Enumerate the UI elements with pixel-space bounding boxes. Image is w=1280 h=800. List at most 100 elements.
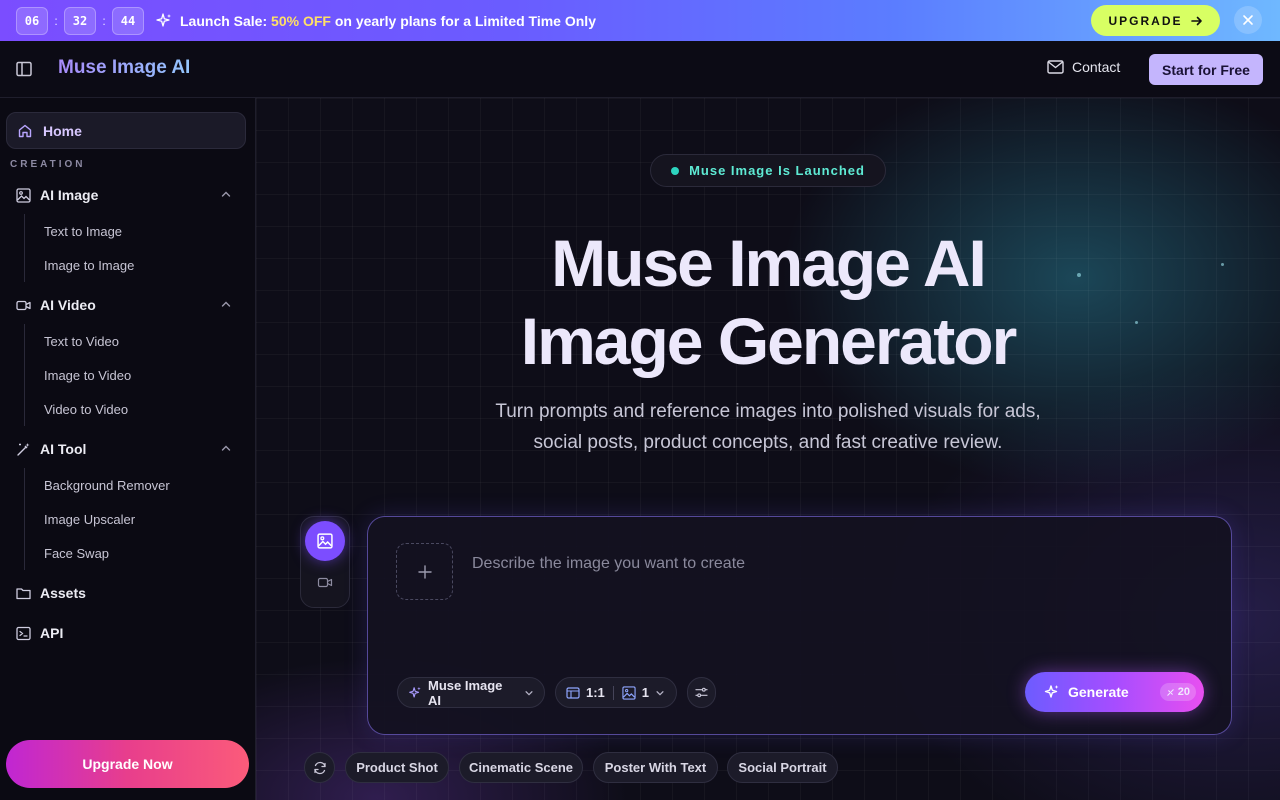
chevron-down-icon — [524, 688, 534, 698]
promo-text-prefix: Launch Sale: — [180, 12, 272, 29]
model-select[interactable]: Muse Image AI — [397, 677, 545, 708]
suggestion-chip[interactable]: Social Portrait — [727, 752, 838, 783]
image-icon — [16, 187, 31, 203]
countdown-separator: : — [102, 13, 106, 28]
sidebar-group-ai-image[interactable]: AI Image — [16, 185, 242, 205]
image-count-icon — [622, 685, 636, 700]
sidebar-group-label: AI Video — [40, 297, 96, 313]
generate-label: Generate — [1068, 684, 1129, 700]
chevron-up-icon[interactable] — [220, 188, 232, 200]
sidebar-item-face-swap[interactable]: Face Swap — [44, 546, 109, 561]
hero-title-line-2: Image Generator — [520, 304, 1018, 378]
chevron-up-icon[interactable] — [220, 298, 232, 310]
aspect-ratio-icon — [566, 686, 580, 700]
sidebar-item-home[interactable]: Home — [6, 112, 246, 149]
image-count-value: 1 — [641, 685, 650, 700]
suggestion-chip[interactable]: Product Shot — [345, 752, 449, 783]
sidebar-group-label: AI Tool — [40, 441, 87, 457]
promo-banner: 06 : 32 : 44 Launch Sale: 50% OFF on yea… — [0, 0, 1280, 41]
advanced-settings-button[interactable] — [687, 677, 716, 708]
promo-upgrade-label: UPGRADE — [1108, 13, 1183, 28]
promo-text: Launch Sale: 50% OFF on yearly plans for… — [180, 13, 596, 29]
chevron-down-icon — [655, 688, 665, 698]
sidebar-rail — [24, 468, 25, 570]
hero-subtitle: Turn prompts and reference images into p… — [495, 401, 1041, 453]
launch-badge: Muse Image Is Launched — [650, 154, 886, 187]
top-header: Muse Image AI Contact Start for Free — [0, 41, 1280, 98]
status-dot — [671, 166, 680, 175]
media-type-switch — [300, 516, 350, 608]
sidebar-toggle-button[interactable] — [14, 59, 34, 79]
sidebar: Home CREATION AI Image Text to Image Ima… — [0, 98, 256, 800]
chip-divider — [612, 685, 614, 700]
aspect-ratio-value: 1:1 — [586, 685, 605, 700]
start-for-free-button[interactable]: Start for Free — [1149, 54, 1263, 85]
sidebar-group-label: AI Image — [40, 187, 99, 203]
sidebar-section-title: CREATION — [10, 159, 86, 170]
plus-icon — [417, 564, 432, 579]
prompt-card: Muse Image AI 1:1 1 — [367, 516, 1232, 735]
sidebar-group-ai-tool[interactable]: AI Tool — [16, 439, 242, 459]
suggestion-chip[interactable]: Poster With Text — [593, 752, 718, 783]
arrow-right-icon — [1190, 15, 1203, 27]
hero-title-line-1: Muse Image AI — [551, 226, 987, 300]
video-icon — [316, 575, 334, 590]
sidebar-item-label: Home — [43, 122, 82, 139]
chevron-up-icon[interactable] — [220, 442, 232, 454]
model-select-value: Muse Image AI — [428, 677, 503, 708]
sidebar-item-assets[interactable]: Assets — [16, 583, 242, 603]
promo-close-button[interactable] — [1234, 6, 1262, 34]
sidebar-item-text-to-video[interactable]: Text to Video — [44, 334, 119, 349]
sidebar-item-text-to-image[interactable]: Text to Image — [44, 224, 122, 239]
sidebar-panel-icon — [14, 59, 34, 79]
terminal-icon — [16, 626, 31, 641]
sidebar-item-image-upscaler[interactable]: Image Upscaler — [44, 512, 135, 527]
video-icon — [16, 298, 31, 313]
sidebar-group-ai-video[interactable]: AI Video — [16, 295, 242, 315]
main-content: Muse Image Is Launched Muse Image AI Ima… — [256, 98, 1280, 800]
contact-link[interactable]: Contact — [1047, 59, 1120, 75]
image-icon — [317, 533, 333, 549]
credit-cost-value: 20 — [1177, 686, 1190, 698]
mail-icon — [1047, 60, 1064, 74]
hero-title: Muse Image AI Image Generator — [256, 224, 1280, 380]
launch-badge-label: Muse Image Is Launched — [689, 163, 865, 178]
reference-image-upload[interactable] — [396, 543, 453, 600]
credit-icon — [1166, 688, 1175, 697]
sidebar-rail — [24, 324, 25, 426]
magic-wand-icon — [16, 442, 31, 457]
sidebar-item-image-to-image[interactable]: Image to Image — [44, 258, 134, 273]
folder-icon — [16, 586, 31, 601]
video-mode-button[interactable] — [316, 575, 334, 590]
credit-cost-badge: 20 — [1159, 683, 1196, 701]
sparkle-icon — [408, 686, 422, 700]
countdown-minutes: 32 — [64, 6, 96, 35]
refresh-icon — [313, 761, 327, 775]
contact-label: Contact — [1072, 59, 1121, 75]
sliders-icon — [695, 686, 708, 699]
sidebar-item-background-remover[interactable]: Background Remover — [44, 478, 170, 493]
countdown-hours: 06 — [16, 6, 48, 35]
promo-discount: 50% OFF — [271, 12, 331, 29]
countdown-separator: : — [54, 13, 58, 28]
sidebar-rail — [24, 214, 25, 282]
sparkle-icon — [156, 12, 172, 29]
sidebar-item-video-to-video[interactable]: Video to Video — [44, 402, 128, 417]
countdown-seconds: 44 — [112, 6, 144, 35]
prompt-input[interactable] — [472, 555, 1172, 573]
refresh-suggestions-button[interactable] — [304, 752, 335, 783]
home-icon — [17, 123, 33, 139]
suggestion-chip[interactable]: Cinematic Scene — [459, 752, 583, 783]
close-icon — [1242, 14, 1254, 26]
sidebar-item-api[interactable]: API — [16, 623, 242, 643]
promo-upgrade-button[interactable]: UPGRADE — [1091, 5, 1220, 36]
brand-logo[interactable]: Muse Image AI — [58, 57, 190, 79]
ratio-count-select[interactable]: 1:1 1 — [555, 677, 677, 708]
sidebar-item-label: API — [40, 625, 64, 641]
sidebar-item-image-to-video[interactable]: Image to Video — [44, 368, 131, 383]
generate-button[interactable]: Generate 20 — [1025, 672, 1204, 712]
image-mode-button[interactable] — [305, 521, 345, 561]
promo-text-suffix: on yearly plans for a Limited Time Only — [330, 12, 596, 29]
sparkle-icon — [1044, 684, 1060, 700]
upgrade-now-button[interactable]: Upgrade Now — [6, 740, 249, 788]
